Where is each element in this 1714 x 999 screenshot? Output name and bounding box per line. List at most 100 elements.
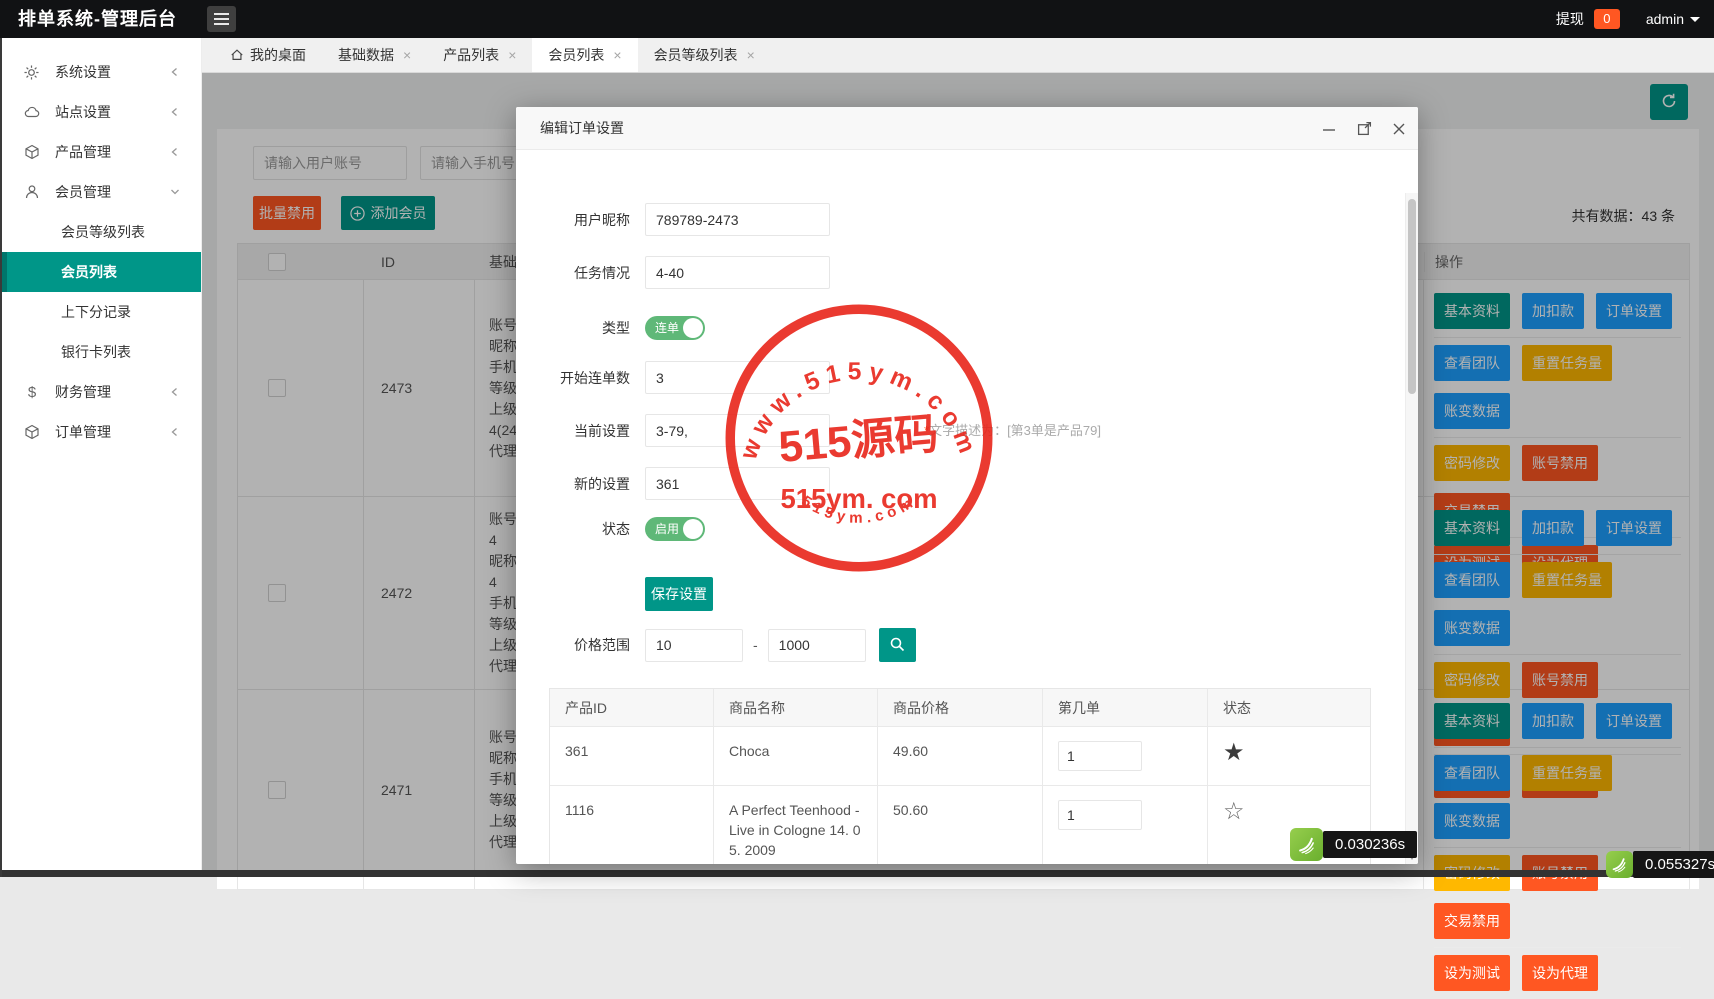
nickname-input[interactable] — [645, 203, 830, 236]
top-bar: 排单系统-管理后台 提现 0 admin — [0, 0, 1714, 38]
sidebar-subitem-会员列表[interactable]: 会员列表 — [0, 252, 201, 292]
type-label: 类型 — [602, 320, 630, 336]
cube-icon — [24, 424, 42, 440]
sidebar-item-系统设置[interactable]: 系统设置 — [0, 52, 201, 92]
bottom-scrollbar[interactable] — [0, 870, 1714, 877]
product-row: 1116 A Perfect Teenhood - Live in Cologne… — [550, 785, 1370, 864]
tab-bar: 我的桌面 基础数据 × 产品列表 × 会员列表 × 会员等级列表 × — [202, 38, 1714, 73]
close-tab-icon[interactable]: × — [613, 48, 621, 62]
dollar-icon: $ — [24, 384, 42, 400]
modal-header: 编辑订单设置 — [516, 107, 1418, 150]
close-tab-icon[interactable]: × — [508, 48, 516, 62]
tab-基础数据[interactable]: 基础数据 × — [322, 38, 427, 72]
toggle-knob — [683, 318, 703, 338]
modal-scrollbar[interactable] — [1405, 193, 1418, 864]
current-setting-label: 当前设置 — [574, 422, 630, 439]
op-交易禁用-button[interactable]: 交易禁用 — [1434, 903, 1510, 939]
close-icon[interactable] — [1390, 120, 1408, 138]
user-icon — [24, 184, 42, 200]
order-number-input[interactable] — [1058, 800, 1142, 830]
price-min-input[interactable] — [645, 628, 743, 662]
gear-icon — [24, 64, 42, 80]
product-column-header: 第几单 — [1043, 689, 1208, 726]
new-setting-input[interactable] — [645, 467, 830, 500]
start-chain-label: 开始连单数 — [560, 369, 630, 386]
start-chain-input[interactable] — [645, 361, 830, 394]
left-scrollbar[interactable] — [0, 38, 2, 877]
type-toggle[interactable]: 连单 — [645, 316, 705, 340]
thinkphp-trace-icon[interactable] — [1290, 828, 1323, 861]
nickname-label: 用户昵称 — [574, 211, 630, 228]
username: admin — [1645, 11, 1684, 27]
new-setting-label: 新的设置 — [574, 475, 630, 492]
product-table-header: 产品ID 商品名称 商品价格 第几单 状态 — [550, 689, 1370, 726]
toggle-knob — [683, 519, 703, 539]
product-column-header: 商品名称 — [714, 689, 878, 726]
svg-text:$: $ — [28, 384, 37, 400]
product-name: Choca — [714, 727, 878, 785]
tab-会员列表[interactable]: 会员列表 × — [532, 38, 638, 72]
chevron-left-icon — [169, 386, 181, 398]
chevron-left-icon — [169, 426, 181, 438]
price-range-label: 价格范围 — [574, 637, 630, 653]
product-id: 361 — [550, 727, 714, 785]
sidebar-item-站点设置[interactable]: 站点设置 — [0, 92, 201, 132]
product-table-body: 361Choca49.60 ★ 1116A Perfect Teenhood - L… — [550, 726, 1370, 864]
product-id: 1116 — [550, 786, 714, 864]
sidebar: 系统设置 站点设置 产品管理 会员管理 会员等级列表 会员列表 上下分记录 银行卡列表 $ 财务管… — [0, 38, 202, 877]
tab-list: 我的桌面 基础数据 × 产品列表 × 会员列表 × 会员等级列表 × — [214, 38, 771, 72]
tab-会员等级列表[interactable]: 会员等级列表 × — [638, 38, 771, 72]
sidebar-subitem-银行卡列表[interactable]: 银行卡列表 — [0, 332, 201, 372]
chevron-left-icon — [169, 146, 181, 158]
current-setting-hint: *文字描述为：[第3单是产品79] — [924, 423, 1101, 438]
thinkphp-trace-icon[interactable] — [1606, 851, 1633, 878]
withdraw-link[interactable]: 提现 — [1556, 9, 1584, 29]
sidebar-menu: 系统设置 站点设置 产品管理 会员管理 会员等级列表 会员列表 上下分记录 银行卡列表 $ 财务管… — [0, 38, 201, 452]
price-max-input[interactable] — [767, 628, 866, 662]
sidebar-item-会员管理[interactable]: 会员管理 — [0, 172, 201, 212]
close-tab-icon[interactable]: × — [747, 48, 755, 62]
maximize-icon[interactable] — [1355, 120, 1373, 138]
save-settings-button[interactable]: 保存设置 — [645, 577, 713, 611]
star-icon[interactable]: ★ — [1223, 739, 1245, 766]
app-title: 排单系统-管理后台 — [18, 9, 177, 29]
sidebar-subitem-会员等级列表[interactable]: 会员等级列表 — [0, 212, 201, 252]
chevron-left-icon — [169, 66, 181, 78]
modal-body: 用户昵称 任务情况 类型 连单 开始连单数 当前设置 *文字描述为：[第3单是产… — [516, 150, 1418, 864]
render-time: 0.055327s — [1633, 851, 1714, 878]
product-column-header: 商品价格 — [878, 689, 1043, 726]
trace-badge-modal: 0.030236s — [1290, 828, 1418, 861]
scrollbar-thumb[interactable] — [1408, 199, 1416, 394]
op-设为测试-button[interactable]: 设为测试 — [1434, 955, 1510, 991]
task-label: 任务情况 — [574, 264, 630, 281]
tab-我的桌面[interactable]: 我的桌面 — [214, 38, 322, 72]
sidebar-item-产品管理[interactable]: 产品管理 — [0, 132, 201, 172]
product-price: 49.60 — [878, 727, 1043, 785]
chevron-down-icon — [1690, 16, 1700, 22]
product-table: 产品ID商品名称商品价格第几单状态 361Choca49.60 ★ 1116A Pe… — [549, 688, 1371, 864]
sidebar-item-财务管理[interactable]: $ 财务管理 — [0, 372, 201, 412]
product-column-header: 状态 — [1223, 699, 1251, 716]
close-tab-icon[interactable]: × — [403, 48, 411, 62]
trace-badge-page: 0.055327s — [1606, 851, 1714, 878]
minimize-icon[interactable] — [1320, 120, 1338, 138]
cloud-icon — [24, 104, 42, 120]
cube-icon — [24, 144, 42, 160]
task-input[interactable] — [645, 256, 830, 289]
order-number-input[interactable] — [1058, 741, 1142, 771]
render-time: 0.030236s — [1323, 831, 1418, 858]
hamburger-menu-icon[interactable] — [207, 6, 236, 32]
status-toggle[interactable]: 启用 — [645, 517, 705, 541]
current-setting-input[interactable] — [645, 414, 830, 447]
product-column-header: 产品ID — [550, 689, 714, 726]
edit-order-settings-modal: 编辑订单设置 用户昵称 任务情况 类型 连单 — [516, 107, 1418, 864]
price-search-button[interactable] — [878, 628, 916, 662]
user-menu[interactable]: admin — [1646, 11, 1700, 27]
product-row: 361Choca49.60 ★ — [550, 726, 1370, 785]
op-设为代理-button[interactable]: 设为代理 — [1522, 955, 1598, 991]
sidebar-subitem-上下分记录[interactable]: 上下分记录 — [0, 292, 201, 332]
star-icon[interactable]: ☆ — [1223, 798, 1245, 825]
tab-产品列表[interactable]: 产品列表 × — [427, 38, 532, 72]
withdraw-count-badge[interactable]: 0 — [1593, 9, 1620, 29]
sidebar-item-订单管理[interactable]: 订单管理 — [0, 412, 201, 452]
